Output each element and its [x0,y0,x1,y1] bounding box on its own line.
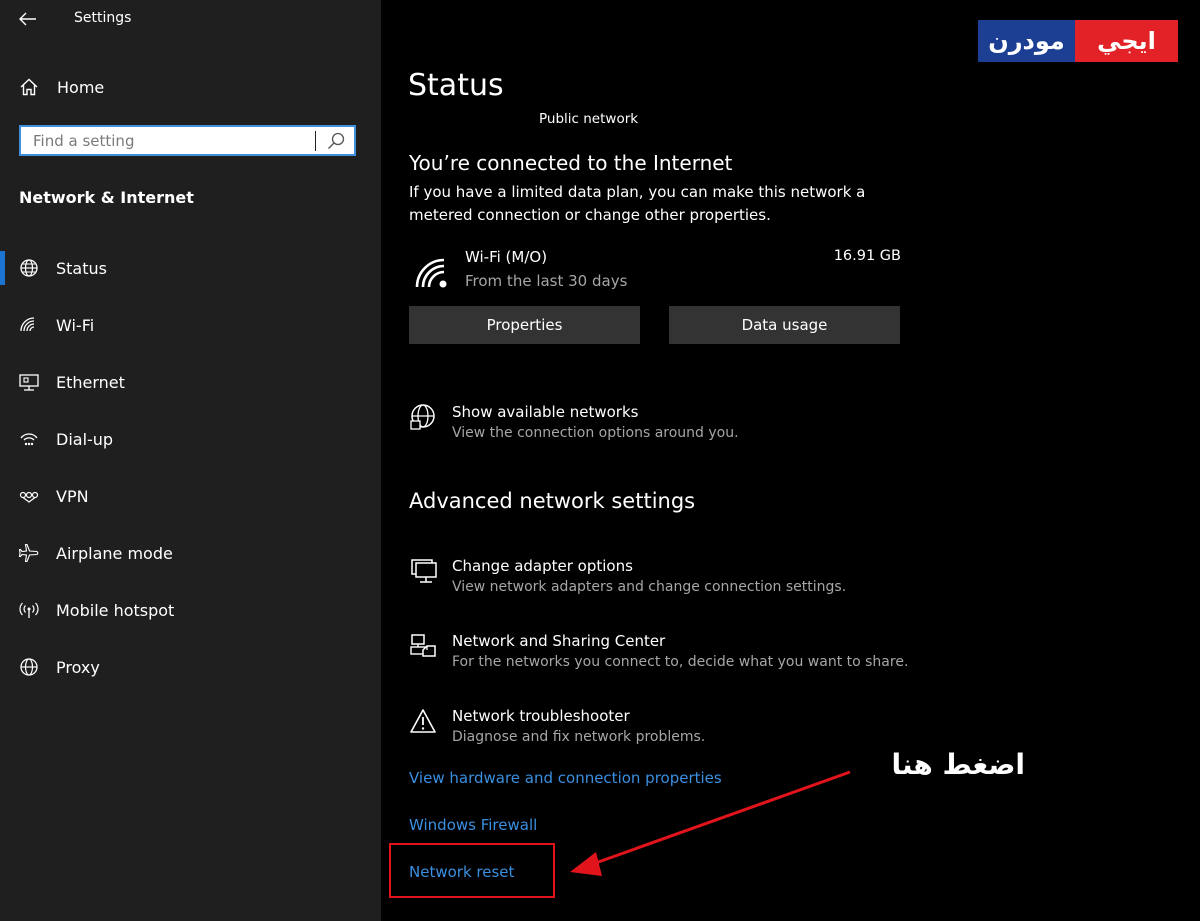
adapter-icon [411,559,437,583]
connection-name: Wi-Fi (M/O) [465,248,548,266]
connection-subtitle: From the last 30 days [465,272,628,290]
sidebar-item-label: Airplane mode [56,544,173,563]
page-title: Status [408,68,504,103]
sidebar-item-airplane-mode[interactable]: Airplane mode [0,532,381,574]
wifi-icon [20,317,35,332]
sharing-center-icon [410,634,436,657]
change-adapter-subtitle: View network adapters and change connect… [452,579,847,595]
globe-icon [20,658,38,676]
section-title: Network & Internet [19,188,194,207]
show-networks-title: Show available networks [452,403,639,421]
wifi-status-icon [415,258,447,288]
sharing-center-title: Network and Sharing Center [452,632,666,650]
connected-heading: You’re connected to the Internet [409,151,733,175]
network-type: Public network [539,111,639,127]
troubleshooter-subtitle: Diagnose and fix network problems. [452,729,706,745]
change-adapter-title: Change adapter options [452,557,633,575]
sidebar-item-label: Status [56,259,107,278]
settings-window: Settings Home Network & Internet [0,0,1200,921]
sidebar-item-label: Proxy [56,658,100,677]
data-usage-button[interactable]: Data usage [669,306,900,344]
back-button[interactable] [14,6,42,32]
active-indicator [0,251,5,285]
connected-description: If you have a limited data plan, you can… [409,183,866,224]
windows-firewall-link[interactable]: Windows Firewall [409,816,537,834]
sharing-center-subtitle: For the networks you connect to, decide … [452,654,909,670]
connection-usage: 16.91 GB [833,248,901,264]
site-logo: مودرن ايجي [978,20,1178,62]
hardware-properties-link[interactable]: View hardware and connection properties [409,769,722,787]
sidebar-item-label: Ethernet [56,373,125,392]
text-caret [315,131,316,151]
highlight-box [389,843,555,898]
search-icon[interactable] [326,131,346,151]
troubleshooter-title: Network troubleshooter [452,707,630,725]
globe-icon [20,259,38,277]
search-box[interactable] [19,125,356,156]
hotspot-icon [19,602,39,618]
sidebar-item-vpn[interactable]: VPN [0,475,381,517]
ethernet-icon [19,374,39,391]
back-arrow-icon [19,12,36,26]
annotation-text: اضغط هنا [891,748,1025,781]
home-icon [20,78,38,96]
window-title: Settings [74,10,132,26]
sidebar-item-dial-up[interactable]: Dial-up [0,418,381,460]
sidebar-item-label: Mobile hotspot [56,601,175,620]
logo-part-red: ايجي [1075,20,1178,62]
sidebar-item-label: Wi-Fi [56,316,95,335]
show-networks-subtitle: View the connection options around you. [452,425,739,441]
warning-icon [410,709,436,733]
sidebar-item-ethernet[interactable]: Ethernet [0,361,381,403]
sidebar-item-status[interactable]: Status [0,247,381,289]
advanced-heading: Advanced network settings [409,489,696,513]
vpn-icon [19,491,39,503]
network-globe-icon [410,404,435,430]
sidebar-item-proxy[interactable]: Proxy [0,646,381,688]
sidebar: Settings Home Network & Internet [0,0,381,921]
search-input[interactable] [33,131,303,151]
properties-button[interactable]: Properties [409,306,640,344]
dial-up-icon [20,433,38,446]
sidebar-item-wifi[interactable]: Wi-Fi [0,304,381,346]
airplane-icon [18,543,39,563]
logo-part-blue: مودرن [978,20,1075,62]
sidebar-item-mobile-hotspot[interactable]: Mobile hotspot [0,589,381,631]
main-content: مودرن ايجي Status Public network You’re … [381,0,1200,921]
sidebar-home[interactable]: Home [0,66,381,108]
sidebar-item-label: VPN [56,487,89,506]
sidebar-home-label: Home [57,78,105,97]
sidebar-item-label: Dial-up [56,430,114,449]
